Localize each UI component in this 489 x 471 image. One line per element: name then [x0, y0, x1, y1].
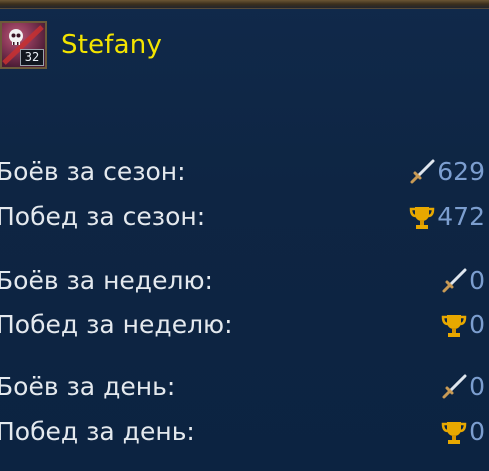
stat-label: Побед за неделю:: [0, 310, 233, 339]
level-badge: 32: [20, 49, 44, 66]
stat-value-group: 0: [441, 305, 485, 345]
stat-value-group: 629: [409, 152, 485, 192]
stat-label: Побед за день:: [0, 417, 195, 446]
stat-value: 0: [469, 266, 485, 295]
stat-row-day-battles: Боёв за день: 0: [0, 367, 489, 407]
stat-label: Побед за сезон:: [0, 202, 206, 231]
stat-row-week-battles: Боёв за неделю: 0: [0, 261, 489, 301]
stat-label: Боёв за неделю:: [0, 266, 213, 295]
player-name[interactable]: Stefany: [61, 30, 162, 60]
stat-row-week-wins: Побед за неделю: 0: [0, 305, 489, 345]
stat-label: Боёв за день:: [0, 372, 176, 401]
stat-value: 0: [469, 417, 485, 446]
stat-value: 472: [437, 202, 485, 231]
sword-icon: [442, 374, 467, 399]
stat-label: Боёв за сезон:: [0, 157, 186, 186]
stat-value-group: 472: [409, 197, 485, 237]
stat-value-group: 0: [441, 367, 485, 407]
stat-row-season-battles: Боёв за сезон: 629: [0, 152, 489, 192]
stat-row-season-wins: Побед за сезон: 472: [0, 197, 489, 237]
player-avatar[interactable]: 32: [0, 21, 47, 69]
trophy-icon: [410, 207, 435, 229]
stat-value: 0: [469, 372, 485, 401]
sword-icon: [442, 268, 467, 293]
panel-top-border: [0, 0, 489, 9]
stat-value-group: 0: [441, 261, 485, 301]
player-header: 32 Stefany: [0, 21, 162, 69]
trophy-icon: [441, 315, 467, 337]
stat-value-group: 0: [441, 412, 485, 452]
stat-value: 629: [437, 157, 485, 186]
sword-icon: [410, 159, 435, 184]
trophy-icon: [441, 422, 467, 444]
stat-row-day-wins: Побед за день: 0: [0, 412, 489, 452]
stat-value: 0: [469, 310, 485, 339]
player-stats-panel: 32 Stefany Боёв за сезон: 629 Побед за с…: [0, 0, 489, 471]
